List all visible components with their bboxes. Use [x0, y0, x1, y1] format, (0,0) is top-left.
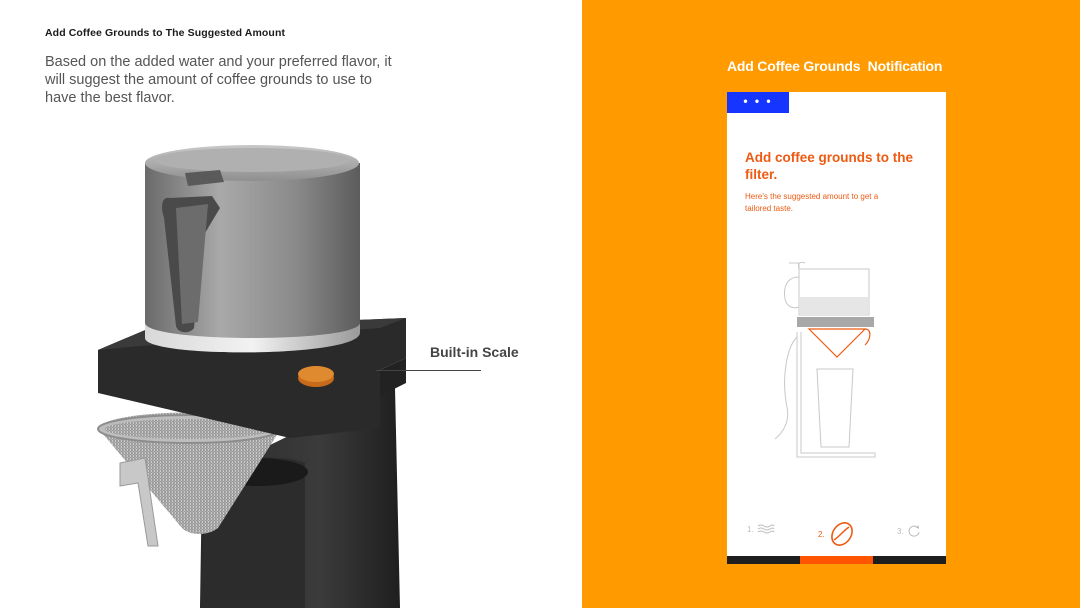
menu-button[interactable]: • • • — [727, 92, 789, 113]
notification-title: Add Coffee Grounds Notification — [727, 58, 943, 74]
phone-heading: Add coffee grounds to the filter. — [745, 150, 913, 182]
coffee-bean-icon — [830, 522, 853, 546]
step-2-number: 2. — [818, 529, 825, 539]
phone-subtext: Here's the suggested amount to get a tai… — [745, 192, 879, 213]
step-2[interactable]: 2. — [818, 520, 856, 548]
phone-screen: • • • Add coffee grounds to the filter. … — [727, 92, 946, 564]
coffee-maker-illustration — [97, 145, 406, 608]
refresh-icon — [908, 525, 920, 537]
brewer-sketch-icon — [774, 261, 876, 458]
water-waves-icon — [757, 524, 775, 534]
left-panel: Add Coffee Grounds to The Suggested Amou… — [0, 0, 582, 608]
step-1-number: 1. — [747, 524, 754, 534]
step-3-number: 3. — [897, 526, 904, 536]
callout-line — [376, 370, 481, 371]
progress-segment-3 — [873, 556, 946, 564]
progress-segment-2 — [800, 556, 873, 564]
step-3[interactable]: 3. — [897, 524, 921, 538]
slide-description: Based on the added water and your prefer… — [45, 54, 392, 106]
progress-bar — [727, 556, 946, 564]
step-1[interactable]: 1. — [747, 524, 775, 534]
built-in-scale-label: Built-in Scale — [430, 344, 519, 360]
progress-segment-1 — [727, 556, 800, 564]
slide-heading: Add Coffee Grounds to The Suggested Amou… — [45, 27, 286, 39]
right-panel: Add Coffee Grounds Notification • • • Ad… — [582, 0, 1080, 608]
